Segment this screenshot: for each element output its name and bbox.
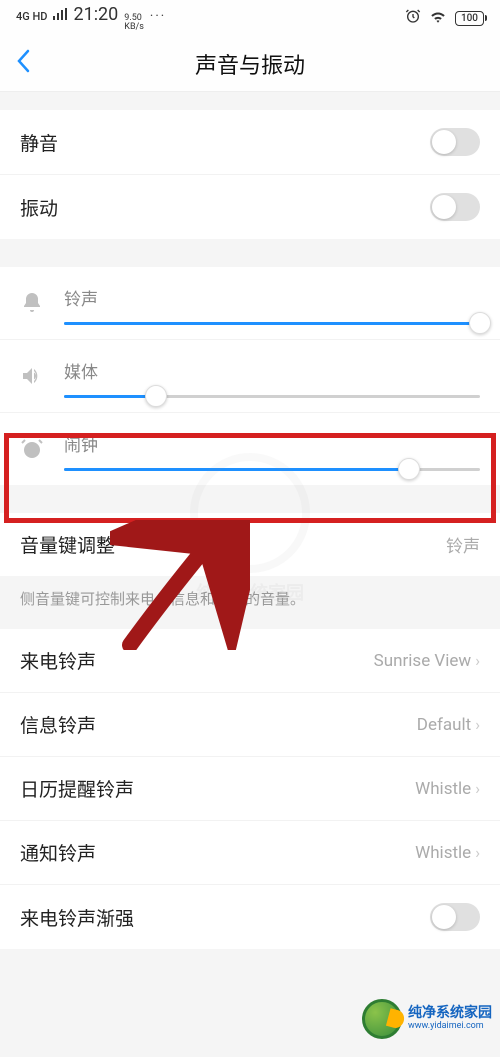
volume-key-label: 音量键调整 xyxy=(20,531,115,558)
volume-key-value: 铃声 xyxy=(446,532,480,557)
mute-label: 静音 xyxy=(20,129,58,156)
volume-key-row[interactable]: 音量键调整 铃声 xyxy=(0,513,500,576)
notification-ringtone-row[interactable]: 通知铃声 Whistle › xyxy=(0,820,500,884)
incoming-ringtone-value: Sunrise View xyxy=(374,651,472,671)
media-volume-row: 媒体 xyxy=(0,339,500,412)
chevron-right-icon: › xyxy=(475,779,480,798)
mute-row: 静音 xyxy=(0,110,500,174)
clock-icon xyxy=(20,437,46,467)
message-ringtone-value: Default xyxy=(417,715,471,735)
vibrate-row: 振动 xyxy=(0,174,500,239)
mute-toggle[interactable] xyxy=(430,128,480,156)
more-dots: ··· xyxy=(150,9,166,24)
crescendo-row: 来电铃声渐强 xyxy=(0,884,500,949)
crescendo-label: 来电铃声渐强 xyxy=(20,904,134,931)
message-ringtone-row[interactable]: 信息铃声 Default › xyxy=(0,692,500,756)
battery-indicator: 100 xyxy=(455,11,484,26)
ringtone-slider-label: 铃声 xyxy=(64,285,480,310)
back-button[interactable] xyxy=(16,47,30,80)
notification-ringtone-value: Whistle xyxy=(415,843,471,863)
incoming-ringtone-label: 来电铃声 xyxy=(20,647,96,674)
page-title: 声音与振动 xyxy=(0,48,500,80)
watermark-brand: 纯净系统家园 xyxy=(408,1006,492,1021)
alarm-slider-label: 闹钟 xyxy=(64,431,480,456)
ringtone-slider[interactable] xyxy=(64,322,480,325)
watermark-logo: 纯净系统家园 www.yidaimei.com xyxy=(362,999,492,1039)
chevron-right-icon: › xyxy=(475,715,480,734)
media-slider-label: 媒体 xyxy=(64,358,480,383)
alarm-volume-row: 闹钟 xyxy=(0,412,500,485)
status-bar-left: 4G HD 21:20 9.50 KB/s ··· xyxy=(16,4,166,32)
status-bar-right: 100 xyxy=(405,8,484,28)
message-ringtone-label: 信息铃声 xyxy=(20,711,96,738)
clock-time: 21:20 xyxy=(73,4,118,25)
media-slider[interactable] xyxy=(64,395,480,398)
calendar-ringtone-label: 日历提醒铃声 xyxy=(20,775,134,802)
calendar-ringtone-value: Whistle xyxy=(415,779,471,799)
watermark-url: www.yidaimei.com xyxy=(408,1022,492,1032)
chevron-right-icon: › xyxy=(475,843,480,862)
vibrate-label: 振动 xyxy=(20,194,58,221)
wifi-icon xyxy=(429,9,447,27)
ringtone-volume-row: 铃声 xyxy=(0,267,500,339)
page-header: 声音与振动 xyxy=(0,36,500,92)
crescendo-toggle[interactable] xyxy=(430,903,480,931)
calendar-ringtone-row[interactable]: 日历提醒铃声 Whistle › xyxy=(0,756,500,820)
chevron-right-icon: › xyxy=(475,651,480,670)
volume-key-help: 侧音量键可控制来电、信息和通知的音量。 xyxy=(0,576,500,621)
vibrate-toggle[interactable] xyxy=(430,193,480,221)
status-bar: 4G HD 21:20 9.50 KB/s ··· 100 xyxy=(0,0,500,36)
logo-icon xyxy=(362,999,402,1039)
signal-icon xyxy=(53,8,67,24)
speaker-icon xyxy=(20,364,46,394)
alarm-icon xyxy=(405,8,421,28)
network-indicator: 4G HD xyxy=(16,10,47,23)
network-speed: 9.50 KB/s xyxy=(124,14,144,32)
notification-ringtone-label: 通知铃声 xyxy=(20,839,96,866)
alarm-slider[interactable] xyxy=(64,468,480,471)
bell-icon xyxy=(20,291,46,321)
incoming-ringtone-row[interactable]: 来电铃声 Sunrise View › xyxy=(0,629,500,692)
